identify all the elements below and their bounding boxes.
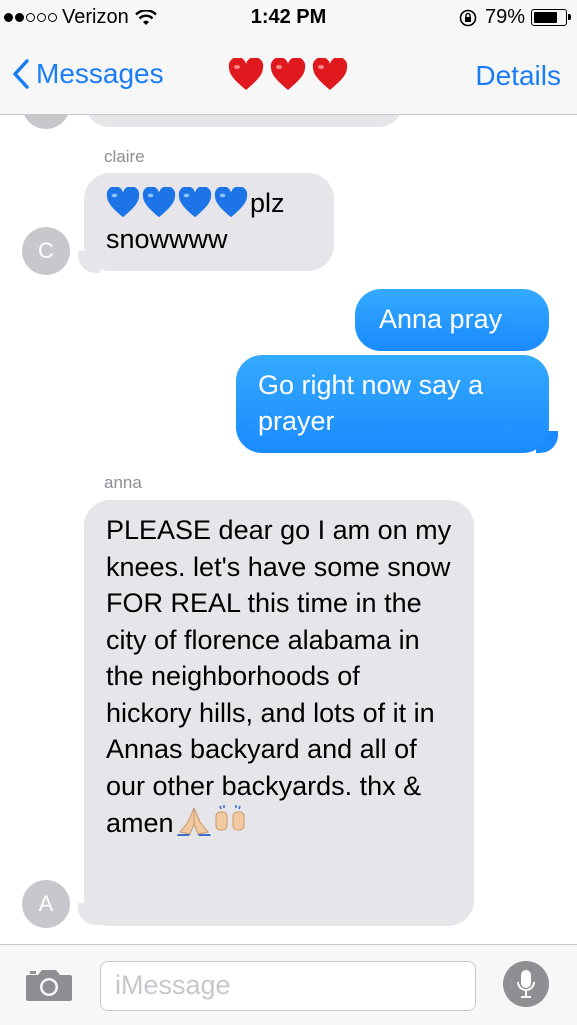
message-text-part: snowwww <box>106 224 228 254</box>
sender-name: anna <box>104 473 142 492</box>
avatar-anna[interactable]: A <box>22 880 70 928</box>
blue-heart-icon <box>178 187 212 218</box>
message-text: PLEASE dear go I am on my knees. let's h… <box>106 515 452 838</box>
red-heart-icon <box>228 58 264 90</box>
microphone-button[interactable] <box>503 961 549 1007</box>
message-text: Go right now say a prayer <box>258 370 484 436</box>
folded-hands-icon <box>176 807 211 836</box>
message-input-bar: iMessage <box>0 944 577 1025</box>
message-text-part: plz <box>250 188 285 218</box>
status-bar: Verizon 1:42 PM 79% <box>0 0 577 40</box>
microphone-icon <box>517 970 535 998</box>
emoji-suffix <box>174 805 248 838</box>
blue-heart-icon <box>106 187 140 218</box>
message-bubble-incoming[interactable]: plz snowwww <box>84 173 334 271</box>
message-thread[interactable]: claire plz snowwww C Anna pray Go right … <box>0 115 577 945</box>
blue-heart-icon <box>142 187 176 218</box>
message-bubble-outgoing[interactable]: Go right now say a prayer <box>236 355 549 453</box>
avatar-claire[interactable]: C <box>22 227 70 275</box>
back-button[interactable]: Messages <box>12 58 164 90</box>
back-label: Messages <box>36 58 164 89</box>
navigation-bar: Messages Details <box>0 40 577 115</box>
message-text: Anna pray <box>379 304 503 334</box>
sender-name: claire <box>104 147 145 166</box>
message-bubble-incoming[interactable]: PLEASE dear go I am on my knees. let's h… <box>84 500 474 926</box>
message-bubble-outgoing[interactable]: Anna pray <box>355 289 549 351</box>
battery-icon <box>531 9 571 26</box>
conversation-title[interactable] <box>228 58 348 92</box>
camera-icon[interactable] <box>24 967 74 1003</box>
rotation-lock-icon <box>459 9 477 26</box>
raised-hands-icon <box>215 805 245 831</box>
message-input[interactable]: iMessage <box>100 961 476 1011</box>
battery-percent: 79% <box>484 6 525 28</box>
chevron-left-icon <box>13 59 29 89</box>
red-heart-icon <box>312 58 348 90</box>
red-heart-icon <box>270 58 306 90</box>
blue-heart-icon <box>214 187 248 218</box>
details-button[interactable]: Details <box>475 60 561 92</box>
message-text: plz <box>106 185 312 221</box>
previous-message-bubble[interactable] <box>84 115 404 127</box>
avatar <box>22 115 70 129</box>
status-right: 79% <box>459 6 571 29</box>
